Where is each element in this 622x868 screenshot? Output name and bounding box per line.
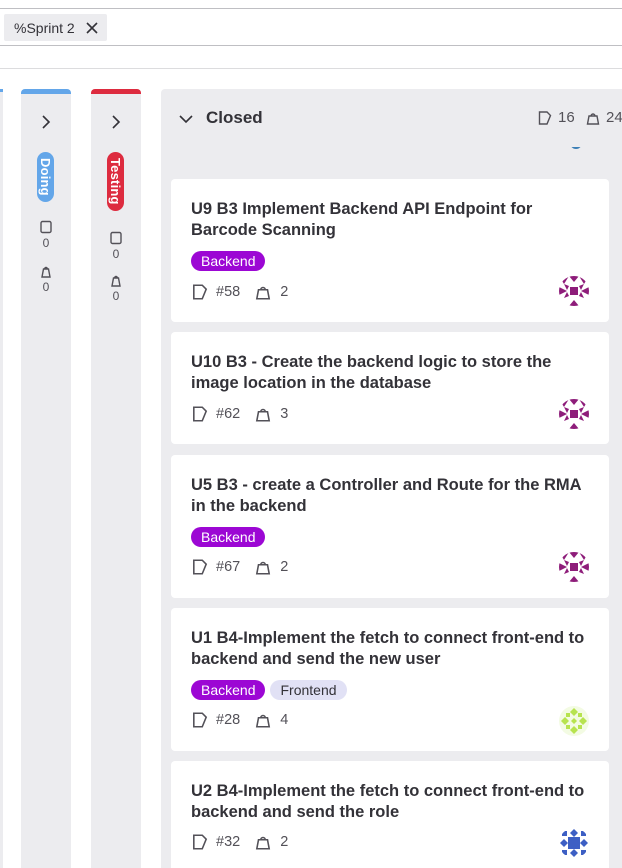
toolbar-divider [0, 68, 622, 69]
issue-meta: #67 2 [191, 558, 288, 576]
weight-count-value: 0 [112, 289, 120, 303]
chevron-down-icon[interactable] [178, 111, 194, 132]
issues-icon [193, 834, 208, 850]
issues-icon [40, 220, 52, 234]
avatar [564, 147, 588, 153]
issue-weight: 2 [280, 559, 289, 575]
weight-icon [111, 275, 121, 287]
weight-icon [256, 408, 271, 422]
issue-count-value: 16 [558, 109, 575, 126]
weight-count-testing: 0 [106, 273, 126, 302]
weight-icon [586, 112, 600, 125]
avatar[interactable] [559, 828, 589, 858]
issue-number[interactable]: #67 [216, 559, 240, 575]
issue-meta: #62 3 [191, 405, 288, 423]
issues-icon [193, 406, 208, 422]
column-title-doing: Doing [37, 152, 54, 202]
weight-icon [256, 561, 271, 575]
issue-count-closed: 16 [537, 109, 575, 126]
issue-weight: 2 [280, 834, 289, 850]
filter-token-label: %Sprint 2 [14, 19, 75, 36]
label-backend[interactable]: Backend [191, 680, 266, 700]
avatar[interactable] [559, 706, 589, 736]
search-filter-bar[interactable]: %Sprint 2 [0, 8, 622, 46]
avatar[interactable] [559, 399, 589, 429]
column-header-closed[interactable]: Closed 16 24 [161, 89, 622, 147]
issue-number[interactable]: #28 [216, 712, 240, 728]
issue-weight: 4 [280, 712, 289, 728]
issue-meta: #28 4 [191, 711, 288, 729]
board-column-testing: Testing 0 0 [91, 89, 141, 868]
issue-card[interactable]: U10 B3 - Create the backend logic to sto… [171, 332, 609, 444]
issue-meta: #32 2 [191, 833, 288, 851]
column-title-testing: Testing [107, 152, 124, 211]
issue-count-value: 0 [112, 247, 120, 261]
column-title-closed: Closed [206, 108, 263, 127]
issue-title[interactable]: U2 B4-Implement the fetch to connect fro… [191, 781, 591, 823]
label-backend[interactable]: Backend [191, 527, 266, 547]
weight-count-value: 0 [42, 280, 50, 294]
avatar[interactable] [559, 276, 589, 306]
label-frontend[interactable]: Frontend [270, 680, 347, 700]
issue-card[interactable]: U5 B3 - create a Controller and Route fo… [171, 455, 609, 598]
weight-icon [256, 714, 271, 728]
issue-count-doing: 0 [36, 220, 56, 249]
weight-total-closed: 24 [585, 109, 622, 126]
issue-meta: #58 2 [191, 283, 288, 301]
weight-count-doing: 0 [36, 264, 56, 293]
filter-token-milestone[interactable]: %Sprint 2 [4, 14, 107, 41]
issue-title[interactable]: U9 B3 Implement Backend API Endpoint for… [191, 199, 591, 241]
board-column-edge [0, 89, 3, 868]
issue-weight: 2 [280, 284, 289, 300]
issue-count-testing: 0 [106, 231, 126, 260]
issues-icon [193, 559, 208, 575]
board-column-doing: Doing 0 0 [21, 89, 71, 868]
issue-card[interactable]: U9 B3 Implement Backend API Endpoint for… [171, 179, 609, 322]
board-column-closed: Closed 16 24 U9 B3 Implement Backend API… [161, 89, 622, 868]
issues-icon [538, 110, 552, 125]
issue-number[interactable]: #58 [216, 284, 240, 300]
weight-icon [41, 266, 51, 278]
issue-card[interactable]: U2 B4-Implement the fetch to connect fro… [171, 761, 609, 868]
issue-number[interactable]: #62 [216, 406, 240, 422]
issue-title[interactable]: U5 B3 - create a Controller and Route fo… [191, 475, 591, 517]
issue-card[interactable]: U1 B4-Implement the fetch to connect fro… [171, 608, 609, 751]
issues-icon [193, 712, 208, 728]
issue-number[interactable]: #32 [216, 834, 240, 850]
weight-total-value: 24 [606, 109, 622, 126]
issues-icon [193, 284, 208, 300]
card-list: U9 B3 Implement Backend API Endpoint for… [171, 147, 609, 868]
label-backend[interactable]: Backend [191, 251, 266, 271]
weight-icon [256, 286, 271, 300]
close-icon[interactable] [85, 21, 99, 35]
chevron-right-icon[interactable] [108, 114, 124, 130]
issue-title[interactable]: U1 B4-Implement the fetch to connect fro… [191, 628, 591, 670]
chevron-right-icon[interactable] [38, 114, 54, 130]
issues-icon [110, 231, 122, 245]
weight-icon [256, 836, 271, 850]
issue-count-value: 0 [42, 236, 50, 250]
issue-weight: 3 [280, 406, 289, 422]
issue-title[interactable]: U10 B3 - Create the backend logic to sto… [191, 352, 591, 394]
avatar[interactable] [559, 552, 589, 582]
